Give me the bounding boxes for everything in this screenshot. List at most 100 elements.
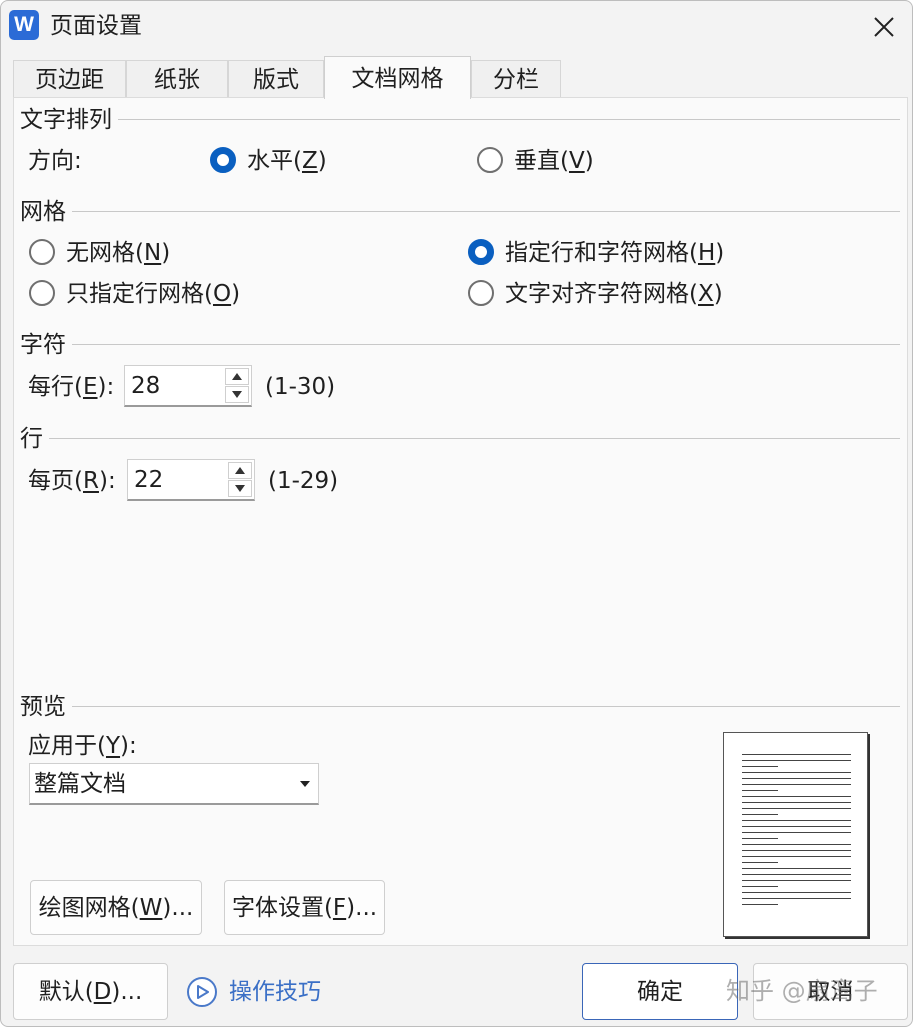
line-grid-only-radio[interactable] (29, 280, 55, 306)
font-settings-button[interactable]: 字体设置(F)... (224, 880, 385, 935)
line-grid-only-accel-key: O (212, 281, 232, 307)
tab-columns[interactable]: 分栏 (471, 60, 561, 98)
line-and-char-grid-radio[interactable] (468, 239, 494, 265)
no-grid-accel-key: N (143, 240, 162, 266)
tab-document-grid[interactable]: 文档网格 (324, 56, 471, 99)
lines-per-page-text-end: ): (98, 468, 116, 494)
line-grid-only-radio-label[interactable]: 只指定行网格(O) (66, 279, 240, 309)
no-grid-radio-label[interactable]: 无网格(N) (66, 238, 170, 268)
font-settings-accel-key: F (332, 894, 347, 921)
tab-paper[interactable]: 纸张 (126, 60, 228, 98)
close-button[interactable] (863, 7, 905, 47)
horizontal-text-end: ) (317, 148, 327, 174)
lines-per-page-stepper[interactable]: 22 (127, 459, 255, 501)
divider (20, 344, 900, 345)
arrow-down-icon (235, 485, 245, 492)
vertical-accel-key: V (568, 148, 585, 174)
cancel-button[interactable]: 取消 (753, 963, 908, 1020)
divider (20, 706, 900, 707)
vertical-text-end: ) (584, 148, 594, 174)
page-preview-thumbnail (723, 732, 868, 937)
line-and-char-grid-accel-key: H (697, 240, 716, 266)
ok-button[interactable]: 确定 (582, 963, 738, 1020)
horizontal-radio-label[interactable]: 水平(Z) (247, 146, 327, 176)
draw-grid-button-label: 绘图网格(W)... (31, 893, 201, 923)
chars-per-line-value[interactable]: 28 (131, 371, 160, 401)
title-bar: W 页面设置 (1, 1, 912, 53)
arrow-down-icon (232, 391, 242, 398)
apply-to-label: 应用于(Y): (28, 731, 137, 761)
snap-to-char-grid-radio[interactable] (468, 280, 494, 306)
line-grid-only-text: 只指定行网格( (66, 281, 213, 307)
no-grid-text-end: ) (161, 240, 171, 266)
vertical-radio-label[interactable]: 垂直(V) (514, 146, 594, 176)
section-grid: 网格 (20, 197, 72, 227)
chevron-down-icon (300, 781, 310, 787)
chars-per-line-text: 每行( (28, 374, 83, 400)
lines-per-page-range: (1-29) (268, 468, 339, 494)
default-text: 默认( (38, 978, 94, 1005)
font-settings-text-end: )... (346, 894, 378, 921)
close-icon (874, 17, 894, 37)
decrement-button[interactable] (225, 386, 249, 403)
decrement-button[interactable] (228, 480, 252, 497)
default-button-label: 默认(D)... (14, 977, 167, 1007)
apply-to-accel-key: Y (105, 733, 121, 759)
default-button[interactable]: 默认(D)... (13, 963, 168, 1020)
page-setup-dialog: W 页面设置 页边距 纸张 版式 文档网格 分栏 文字排列 方向: 水平(Z) … (0, 0, 913, 1027)
font-settings-text: 字体设置( (231, 894, 333, 921)
tips-link-label: 操作技巧 (229, 979, 321, 1005)
snap-to-char-grid-radio-label[interactable]: 文字对齐字符网格(X) (505, 279, 723, 309)
lines-per-page-label: 每页(R): (28, 466, 116, 496)
lines-per-page-text: 每页( (28, 468, 83, 494)
divider (20, 119, 900, 120)
snap-to-char-grid-text-end: ) (713, 281, 723, 307)
vertical-text: 垂直( (514, 148, 569, 174)
apply-to-selected-value: 整篇文档 (34, 771, 126, 797)
apply-to-select[interactable]: 整篇文档 (29, 763, 319, 805)
draw-grid-text-end: )... (162, 894, 194, 921)
no-grid-radio[interactable] (29, 239, 55, 265)
draw-grid-button[interactable]: 绘图网格(W)... (30, 880, 202, 935)
draw-grid-accel-key: W (139, 894, 163, 921)
section-lines: 行 (20, 424, 49, 454)
line-and-char-grid-text-end: ) (715, 240, 725, 266)
increment-button[interactable] (228, 462, 252, 479)
apply-to-text: 应用于( (28, 733, 106, 759)
default-accel-key: D (93, 978, 112, 1005)
draw-grid-text: 绘图网格( (38, 894, 140, 921)
line-and-char-grid-text: 指定行和字符网格( (505, 240, 698, 266)
lines-per-page-accel-key: R (82, 468, 99, 494)
snap-to-char-grid-text: 文字对齐字符网格( (505, 281, 698, 307)
section-preview: 预览 (20, 692, 72, 722)
direction-label: 方向: (28, 148, 82, 174)
lines-per-page-value[interactable]: 22 (134, 465, 163, 495)
default-text-end: )... (111, 978, 143, 1005)
font-settings-button-label: 字体设置(F)... (225, 893, 384, 923)
ok-button-label: 确定 (637, 978, 683, 1005)
tab-layout[interactable]: 版式 (228, 60, 324, 98)
horizontal-text: 水平( (247, 148, 302, 174)
increment-button[interactable] (225, 368, 249, 385)
section-text-direction: 文字排列 (20, 105, 118, 135)
vertical-radio[interactable] (477, 147, 503, 173)
tab-margins[interactable]: 页边距 (13, 60, 126, 98)
line-and-char-grid-radio-label[interactable]: 指定行和字符网格(H) (505, 238, 724, 268)
section-characters: 字符 (20, 330, 72, 360)
apply-to-text-end: ): (120, 733, 137, 759)
dialog-title: 页面设置 (50, 13, 142, 39)
arrow-up-icon (235, 467, 245, 474)
spin-buttons (225, 368, 249, 404)
arrow-up-icon (232, 373, 242, 380)
tab-panel-document-grid: 文字排列 方向: 水平(Z) 垂直(V) 网格 无网格(N) 只指定行网格(O)… (13, 97, 908, 946)
snap-to-char-grid-accel-key: X (697, 281, 714, 307)
divider (20, 211, 900, 212)
wps-writer-logo-icon: W (9, 10, 39, 40)
cancel-button-label: 取消 (807, 978, 854, 1005)
horizontal-radio[interactable] (210, 147, 236, 173)
line-grid-only-text-end: ) (231, 281, 241, 307)
chars-per-line-stepper[interactable]: 28 (124, 365, 252, 407)
play-circle-icon (187, 977, 217, 1007)
chars-per-line-label: 每行(E): (28, 372, 114, 402)
chars-per-line-range: (1-30) (265, 374, 336, 400)
